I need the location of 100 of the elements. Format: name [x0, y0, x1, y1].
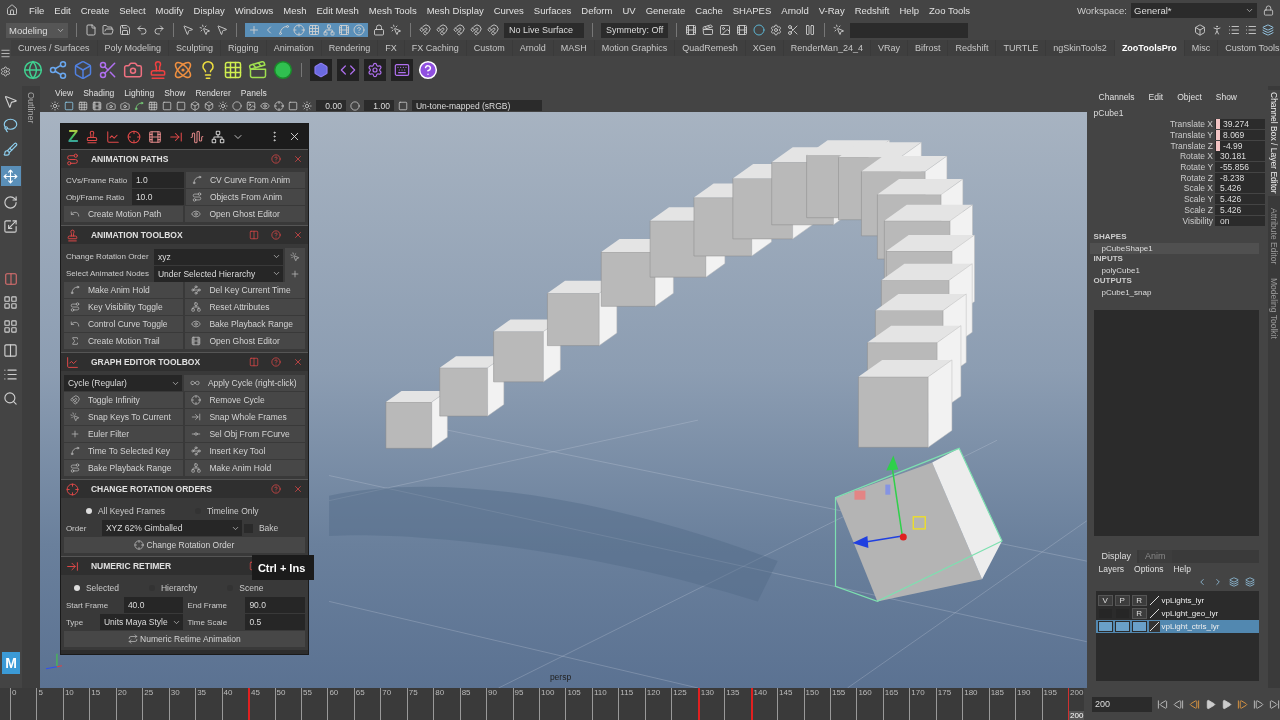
menu-item[interactable]: Zoo Tools — [924, 4, 976, 16]
channel-menu-item[interactable]: Show — [1210, 92, 1242, 102]
menu-item[interactable]: Edit — [49, 4, 76, 16]
magnet-icon[interactable] — [487, 24, 499, 36]
shelf-tab[interactable]: XGen — [745, 40, 783, 56]
menu-item[interactable]: UV — [617, 4, 641, 16]
shelf-tab[interactable]: FX — [378, 40, 404, 56]
shelf-tab[interactable]: MASH — [553, 40, 594, 56]
tool-button[interactable]: Open Ghost Editor — [185, 206, 305, 222]
gamma-icon[interactable] — [349, 100, 360, 111]
tool-button[interactable]: CV Curve From Anim — [185, 172, 305, 188]
tool-button[interactable]: Reset Attributes — [185, 299, 305, 315]
cube-icon[interactable] — [203, 100, 214, 111]
next-key-icon[interactable] — [1237, 698, 1248, 710]
square-icon[interactable] — [397, 100, 408, 111]
settings-tile[interactable] — [364, 59, 386, 81]
settings-icon[interactable] — [770, 24, 783, 36]
camera-icon[interactable] — [105, 100, 116, 111]
square-icon[interactable] — [287, 100, 298, 111]
grid-icon[interactable] — [77, 100, 88, 111]
shelf-tab[interactable]: Rendering — [321, 40, 378, 56]
radio-button[interactable]: All Keyed Frames — [85, 505, 165, 516]
menu-item[interactable]: Surfaces — [528, 4, 577, 16]
graph-icon[interactable] — [106, 129, 121, 144]
channel-menu-item[interactable]: Channels — [1093, 92, 1140, 102]
pointer-icon[interactable] — [182, 24, 194, 36]
stack-icon[interactable] — [248, 357, 259, 367]
panel-menu-item[interactable]: Shading — [78, 87, 120, 98]
keyboard-tile[interactable] — [391, 59, 413, 81]
save-icon[interactable] — [119, 24, 131, 36]
menu-item[interactable]: Help — [894, 4, 925, 16]
menu-item[interactable]: Mesh Display — [421, 4, 489, 16]
magnet-icon[interactable] — [470, 24, 482, 36]
circle-icon[interactable] — [753, 24, 766, 36]
shelf-tab[interactable]: Misc — [1184, 40, 1218, 56]
tool-button[interactable]: Open Ghost Editor — [185, 333, 305, 349]
lock-icon[interactable] — [373, 24, 385, 36]
tool-button[interactable]: Del Key Current Time — [185, 282, 305, 298]
menu-item[interactable]: Select — [114, 4, 151, 16]
number-field[interactable]: 10.0 — [131, 189, 184, 205]
play-backward-icon[interactable] — [1205, 698, 1216, 710]
split-icon[interactable] — [3, 272, 18, 286]
menu-icon[interactable] — [0, 47, 11, 59]
shelf-tab[interactable]: VRay — [870, 40, 907, 56]
layer-row[interactable]: vpLight_ctrls_lyr — [1095, 619, 1260, 633]
number-field[interactable]: 0.5 — [245, 614, 305, 630]
clapperboard-icon[interactable] — [702, 24, 715, 36]
shelf-tab[interactable]: Sculpting — [169, 40, 221, 56]
shelf-tab[interactable]: Rigging — [221, 40, 266, 56]
tool-button[interactable]: Make Anim Hold — [63, 282, 184, 298]
menu-item[interactable]: Edit Mesh — [311, 4, 364, 16]
sphere-icon[interactable] — [273, 60, 293, 80]
dropdown[interactable]: Under Selected Hierarchy — [153, 265, 283, 282]
radio-button[interactable]: Hierarchy — [148, 582, 198, 593]
nodes-icon[interactable] — [211, 129, 226, 144]
move-tool-button[interactable] — [0, 166, 21, 186]
channel-value[interactable]: -55.856 — [1215, 162, 1266, 173]
layer-flag[interactable] — [1114, 620, 1130, 632]
tool-button[interactable]: Time To Selected Key — [63, 443, 184, 459]
square-icon[interactable] — [63, 100, 74, 111]
layer-flag[interactable]: P — [1114, 594, 1130, 606]
layout-icon[interactable] — [3, 343, 19, 358]
menu-item[interactable]: Generate — [640, 4, 691, 16]
clapperboard-icon[interactable] — [248, 60, 268, 80]
dropdown[interactable]: XYZ 62% Gimballed — [101, 520, 242, 536]
layer-flag[interactable] — [1097, 620, 1113, 632]
action-button[interactable]: Numeric Retime Animation — [63, 631, 305, 647]
action-button[interactable]: Change Rotation Order — [63, 537, 305, 553]
layout-icon[interactable] — [3, 295, 19, 310]
new-file-icon[interactable] — [85, 24, 97, 36]
share-icon[interactable] — [48, 60, 68, 80]
menu-item[interactable]: Windows — [229, 4, 279, 16]
tool-button[interactable]: Control Curve Toggle — [63, 316, 184, 332]
go-to-end-icon[interactable] — [1269, 698, 1280, 710]
light-icon[interactable] — [217, 100, 228, 111]
dropdown[interactable]: xyz — [153, 248, 283, 265]
stack-icon[interactable] — [248, 230, 259, 240]
panel-menu-item[interactable]: Show — [159, 87, 191, 98]
channel-value[interactable]: 39.274 — [1215, 119, 1266, 130]
tool-button[interactable]: Create Motion Trail — [63, 333, 184, 349]
circle-icon[interactable] — [231, 100, 242, 111]
exposure-icon[interactable] — [301, 100, 312, 111]
menu-item[interactable]: Arnold — [776, 4, 814, 16]
scissors-icon[interactable] — [98, 60, 118, 80]
menu-item[interactable]: Mesh — [278, 4, 312, 16]
panel-menu-item[interactable]: Lighting — [119, 87, 160, 98]
shelf-tab[interactable]: Custom — [466, 40, 512, 56]
film-icon[interactable] — [91, 100, 102, 111]
list-icon[interactable] — [1228, 24, 1240, 36]
node-item[interactable]: pCube1_snap — [1089, 286, 1260, 298]
layer-menu-item[interactable]: Help — [1168, 564, 1196, 575]
image-icon[interactable] — [245, 100, 256, 111]
paint-tool-icon[interactable] — [3, 142, 19, 157]
channel-value[interactable]: -4.99 — [1215, 140, 1266, 151]
pointer-icon[interactable] — [216, 24, 228, 36]
exposure-field[interactable]: 0.00 — [315, 100, 346, 111]
menu-item[interactable]: V-Ray — [813, 4, 850, 16]
layers-icon[interactable] — [1262, 24, 1274, 36]
frame-field[interactable]: 200 — [1092, 696, 1152, 712]
settings-icon[interactable] — [0, 65, 11, 77]
